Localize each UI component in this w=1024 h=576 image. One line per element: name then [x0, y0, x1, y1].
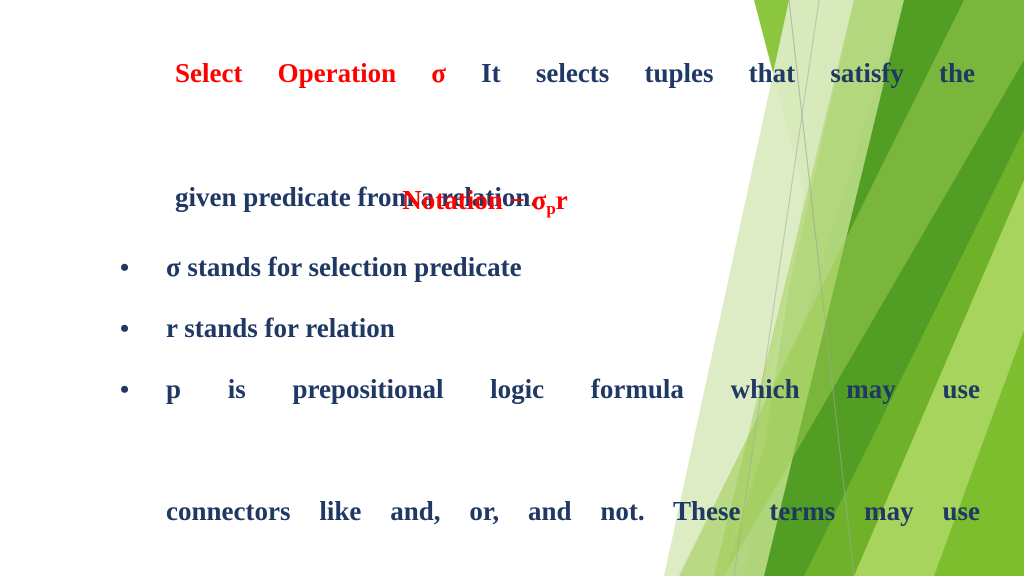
bullet-text: r stands for relation: [166, 313, 395, 343]
slide: Select Operation σ It selects tuples tha…: [0, 0, 1024, 576]
list-item: • p is prepositional logic formula which…: [120, 359, 980, 576]
bullet-text-line-1: p is prepositional logic formula which m…: [166, 374, 980, 404]
notation-prefix: Notation − σ: [402, 185, 547, 215]
bullet-text: σ stands for selection predicate: [166, 252, 522, 282]
heading-highlight: Select Operation σ: [175, 58, 446, 88]
bullet-list: • σ stands for selection predicate • r s…: [120, 237, 980, 576]
list-item: • σ stands for selection predicate: [120, 237, 980, 298]
bullet-text: p is prepositional logic formula which m…: [166, 359, 980, 576]
bullet-text-line-2: connectors like and, or, and not. These …: [166, 496, 980, 526]
heading-line-1: Select Operation σ It selects tuples tha…: [175, 42, 975, 166]
notation-suffix: r: [555, 185, 568, 215]
heading-rest: It selects tuples that satisfy the: [446, 58, 975, 88]
list-item: • r stands for relation: [120, 298, 980, 359]
slide-content: Select Operation σ It selects tuples tha…: [0, 0, 1000, 576]
notation-subscript: p: [546, 199, 556, 218]
notation-line: Notation − σpr: [175, 180, 795, 224]
bullet-marker-icon: •: [120, 253, 130, 282]
bullet-marker-icon: •: [120, 375, 130, 404]
bullet-marker-icon: •: [120, 314, 130, 343]
